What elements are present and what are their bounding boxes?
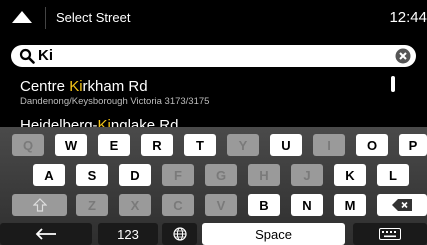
key-p[interactable]: P bbox=[399, 134, 427, 156]
key-a[interactable]: A bbox=[33, 164, 65, 186]
keyboard-icon bbox=[379, 228, 401, 240]
list-item[interactable]: Centre Kirkham Rd Dandenong/Keysborough … bbox=[20, 78, 209, 107]
result-subtitle: Dandenong/Keysborough Victoria 3173/3175 bbox=[20, 96, 210, 107]
language-key[interactable] bbox=[162, 223, 197, 245]
clear-icon[interactable] bbox=[395, 48, 411, 64]
collapse-up-arrow-icon[interactable] bbox=[11, 9, 33, 25]
search-icon bbox=[19, 48, 35, 64]
key-t[interactable]: T bbox=[184, 134, 216, 156]
key-l[interactable]: L bbox=[377, 164, 409, 186]
result-name: Heidelberg-Kinglake Rd bbox=[20, 117, 179, 127]
key-h[interactable]: H bbox=[248, 164, 280, 186]
clock: 12:44 bbox=[389, 9, 427, 26]
space-key[interactable]: Space bbox=[202, 223, 345, 245]
key-w[interactable]: W bbox=[55, 134, 87, 156]
key-g[interactable]: G bbox=[205, 164, 237, 186]
page-title: Select Street bbox=[56, 10, 131, 25]
key-b[interactable]: B bbox=[248, 194, 280, 216]
backspace-key[interactable] bbox=[377, 194, 427, 216]
key-o[interactable]: O bbox=[356, 134, 388, 156]
key-u[interactable]: U bbox=[270, 134, 302, 156]
globe-icon bbox=[172, 227, 187, 241]
key-s[interactable]: S bbox=[76, 164, 108, 186]
search-input-value: Ki bbox=[38, 47, 53, 64]
on-screen-keyboard: Q W E R T Y U I O P A S D F G H J K L Z … bbox=[0, 127, 427, 245]
header-divider bbox=[45, 7, 46, 29]
key-c[interactable]: C bbox=[162, 194, 194, 216]
key-n[interactable]: N bbox=[291, 194, 323, 216]
key-y[interactable]: Y bbox=[227, 134, 259, 156]
key-r[interactable]: R bbox=[141, 134, 173, 156]
key-m[interactable]: M bbox=[334, 194, 366, 216]
result-name: Centre Kirkham Rd bbox=[20, 78, 148, 95]
scrollbar[interactable] bbox=[391, 76, 395, 92]
list-item[interactable]: Heidelberg-Kinglake Rd bbox=[20, 117, 178, 127]
back-key[interactable] bbox=[0, 223, 92, 245]
key-i[interactable]: I bbox=[313, 134, 345, 156]
key-e[interactable]: E bbox=[98, 134, 130, 156]
top-bar: Select Street 12:44 bbox=[0, 0, 427, 36]
key-z[interactable]: Z bbox=[76, 194, 108, 216]
key-d[interactable]: D bbox=[119, 164, 151, 186]
hide-keyboard-key[interactable] bbox=[353, 223, 427, 245]
shift-arrow-icon bbox=[32, 198, 47, 212]
backspace-icon bbox=[392, 199, 412, 211]
search-input[interactable]: Ki bbox=[11, 45, 416, 67]
numbers-key[interactable]: 123 bbox=[98, 223, 158, 245]
key-v[interactable]: V bbox=[205, 194, 237, 216]
key-q[interactable]: Q bbox=[12, 134, 44, 156]
shift-key[interactable] bbox=[12, 194, 67, 216]
arrow-left-icon bbox=[35, 228, 56, 240]
key-f[interactable]: F bbox=[162, 164, 194, 186]
results-list: Centre Kirkham Rd Dandenong/Keysborough … bbox=[0, 72, 427, 127]
key-k[interactable]: K bbox=[334, 164, 366, 186]
key-x[interactable]: X bbox=[119, 194, 151, 216]
key-j[interactable]: J bbox=[291, 164, 323, 186]
